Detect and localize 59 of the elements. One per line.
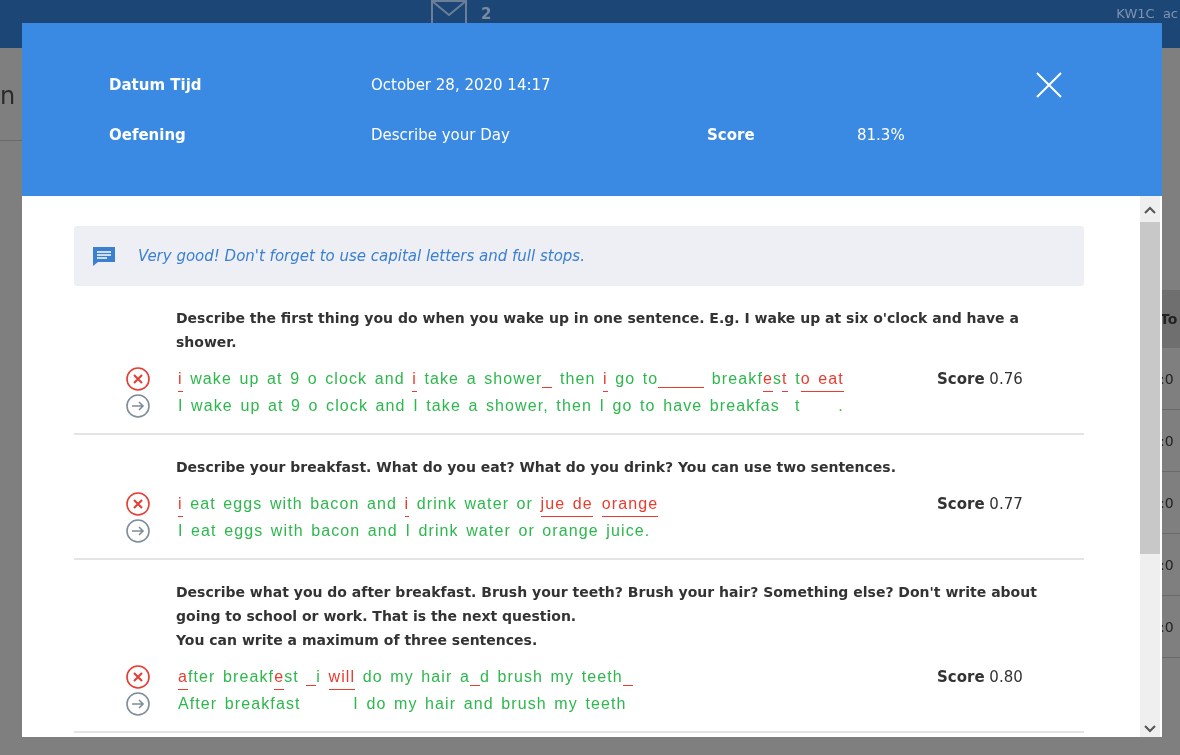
question-text: Describe your breakfast. What do you eat? What do you drink? You can use two sentences. <box>176 458 897 477</box>
answer-text: i <box>316 668 322 685</box>
question-text: Describe the first thing you do when you wake up in one sentence. E.g. I wake up at six o'clock and have a shower. <box>176 309 1020 352</box>
answer-text: wake up at 9 o clock and <box>189 370 406 387</box>
error-icon <box>126 665 150 689</box>
mail-count: 2 <box>481 5 492 23</box>
question-score: Score 0.80 <box>937 668 1024 686</box>
scroll-thumb[interactable] <box>1140 222 1160 554</box>
answer-text: t <box>794 370 801 387</box>
answer-text: d brush my teeth <box>479 668 623 685</box>
answer-text: fter breakf <box>188 668 275 685</box>
answer-text: breakf <box>710 370 763 387</box>
question-score: Score 0.77 <box>937 495 1024 513</box>
answer-text: s <box>772 370 783 387</box>
question-text: Describe what you do after breakfast. Brush your teeth? Brush your hair? Something else? Don't write about going to school or work. That is the next question. You can write a maximum of three sentences. <box>176 583 1038 650</box>
error-icon <box>126 367 150 391</box>
question-score: Score 0.76 <box>937 370 1024 388</box>
error-text: i <box>603 370 608 392</box>
user-name[interactable]: KW1C ac <box>1116 6 1178 21</box>
answer-text: st <box>284 668 300 685</box>
corrected-text: I eat eggs with bacon and I drink water or orange juice. <box>178 521 652 541</box>
error-text: i <box>178 370 183 392</box>
answer-text: take a shower <box>423 370 543 387</box>
corrected-text: After breakfast I do my hair and brush my teeth <box>178 694 628 714</box>
user-name-more: ac <box>1162 6 1178 21</box>
error-text: jue de <box>540 495 593 517</box>
error-text: i <box>404 495 410 517</box>
error-text: i <box>178 495 183 517</box>
arrow-right-icon <box>126 394 150 418</box>
answer-text: eat eggs with bacon and <box>189 495 398 512</box>
error-text: orange <box>601 495 659 517</box>
scrollbar[interactable] <box>1140 196 1160 737</box>
chat-icon <box>92 245 116 267</box>
answer-text: do my hair a <box>361 668 470 685</box>
scroll-down-icon[interactable] <box>1144 725 1156 733</box>
field-value: October 28, 2020 14:17 <box>371 75 552 94</box>
score-label: Score <box>707 125 756 144</box>
feedback-text: Very good! Don't forget to use capital letters and full stops. <box>138 247 585 265</box>
error-icon <box>126 492 150 516</box>
corrected-text: I wake up at 9 o clock and I take a shower, then I go to have breakfas t . <box>178 396 845 416</box>
field-value: Describe your Day <box>371 125 511 144</box>
scroll-up-icon[interactable] <box>1144 206 1156 214</box>
close-button[interactable] <box>1036 71 1062 98</box>
arrow-right-icon <box>126 519 150 543</box>
field-label: Datum Tijd <box>109 75 203 94</box>
error-text: t <box>782 370 788 392</box>
error-text: will <box>328 668 356 690</box>
error-text: a <box>178 668 188 690</box>
table-header: To <box>1160 290 1180 348</box>
answer-text: then <box>558 370 597 387</box>
field-label: Oefening <box>109 125 187 144</box>
error-text: i <box>412 370 417 392</box>
answer-text: drink water or <box>415 495 535 512</box>
answer-text: go to <box>614 370 659 387</box>
error-text: o eat <box>800 370 844 392</box>
score-value: 81.3% <box>857 125 906 144</box>
arrow-right-icon <box>126 692 150 716</box>
error-text: e <box>274 668 285 690</box>
error-text: e <box>762 370 773 392</box>
